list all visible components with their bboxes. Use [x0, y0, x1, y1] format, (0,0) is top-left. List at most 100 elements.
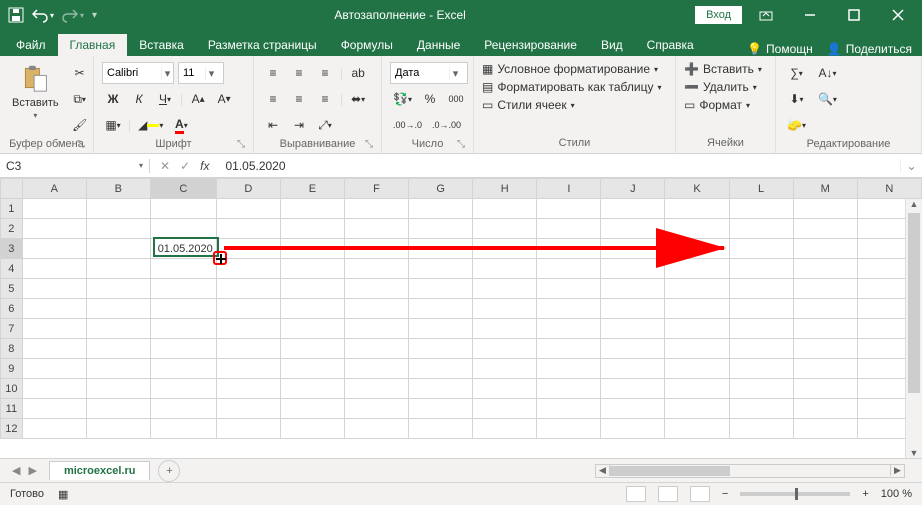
cell[interactable] — [216, 379, 280, 399]
cell[interactable] — [216, 319, 280, 339]
cell[interactable] — [793, 219, 857, 239]
qa-customize-icon[interactable]: ▾ — [92, 10, 97, 21]
cell[interactable] — [22, 239, 86, 259]
cell[interactable] — [793, 339, 857, 359]
name-box[interactable]: C3 ▾ — [0, 159, 150, 173]
cell[interactable] — [409, 219, 473, 239]
column-header[interactable]: C — [150, 179, 216, 199]
orientation-button[interactable]: ⤢▾ — [314, 114, 336, 136]
column-header[interactable]: D — [216, 179, 280, 199]
cell[interactable] — [665, 299, 729, 319]
cell[interactable] — [216, 339, 280, 359]
cell[interactable] — [344, 339, 408, 359]
row-header[interactable]: 1 — [1, 199, 23, 219]
column-header[interactable]: A — [22, 179, 86, 199]
cell[interactable] — [22, 339, 86, 359]
sheet-nav-prev[interactable]: ◀ — [12, 464, 20, 477]
cell[interactable] — [22, 319, 86, 339]
cell[interactable] — [793, 379, 857, 399]
cell[interactable] — [601, 279, 665, 299]
percent-format-button[interactable]: % — [419, 88, 441, 110]
cell[interactable] — [280, 399, 344, 419]
cell[interactable] — [793, 319, 857, 339]
cell[interactable] — [86, 239, 150, 259]
cell[interactable] — [537, 299, 601, 319]
macro-record-icon[interactable]: ▦ — [58, 488, 68, 501]
cell[interactable] — [344, 419, 408, 439]
cell[interactable] — [409, 359, 473, 379]
cell[interactable] — [729, 339, 793, 359]
cell[interactable] — [344, 399, 408, 419]
login-button[interactable]: Вход — [695, 6, 742, 24]
cell[interactable] — [729, 319, 793, 339]
cell[interactable] — [344, 259, 408, 279]
cell[interactable] — [665, 419, 729, 439]
column-header[interactable]: E — [280, 179, 344, 199]
cell[interactable] — [537, 419, 601, 439]
cell[interactable] — [793, 419, 857, 439]
align-top-button[interactable]: ≡ — [262, 62, 284, 84]
cell[interactable] — [729, 359, 793, 379]
increase-font-button[interactable]: A▴ — [187, 88, 209, 110]
cell[interactable] — [280, 219, 344, 239]
cell[interactable] — [729, 399, 793, 419]
font-launcher[interactable]: ⤡ — [237, 139, 245, 150]
cell[interactable] — [793, 199, 857, 219]
vertical-scrollbar[interactable]: ▲ ▼ — [905, 199, 922, 458]
cell[interactable] — [150, 259, 216, 279]
cell[interactable] — [344, 319, 408, 339]
cell[interactable] — [537, 359, 601, 379]
cell[interactable] — [409, 339, 473, 359]
horizontal-scrollbar[interactable]: ◀▶ — [595, 464, 905, 478]
cell[interactable] — [150, 219, 216, 239]
column-header[interactable]: G — [409, 179, 473, 199]
cell[interactable] — [473, 339, 537, 359]
cell[interactable] — [280, 299, 344, 319]
view-normal-button[interactable] — [626, 486, 646, 502]
cell[interactable] — [409, 319, 473, 339]
alignment-launcher[interactable]: ⤡ — [365, 139, 373, 150]
column-header[interactable]: I — [537, 179, 601, 199]
column-header[interactable]: N — [857, 179, 921, 199]
cell[interactable] — [537, 199, 601, 219]
cell[interactable] — [150, 399, 216, 419]
tell-me-button[interactable]: 💡Помощн — [747, 42, 813, 56]
cell[interactable] — [22, 299, 86, 319]
increase-decimal-button[interactable]: .00→.0 — [390, 114, 425, 136]
paste-button[interactable]: Вставить ▾ — [8, 62, 63, 122]
column-header[interactable]: B — [86, 179, 150, 199]
align-center-button[interactable]: ≡ — [288, 88, 310, 110]
cell[interactable] — [22, 219, 86, 239]
cell[interactable] — [601, 379, 665, 399]
cell[interactable] — [344, 359, 408, 379]
cell[interactable] — [793, 239, 857, 259]
row-header[interactable]: 12 — [1, 419, 23, 439]
cell[interactable] — [150, 419, 216, 439]
cell[interactable] — [22, 199, 86, 219]
column-header[interactable]: F — [344, 179, 408, 199]
conditional-formatting-button[interactable]: ▦Условное форматирование▾ — [482, 62, 658, 76]
cell[interactable] — [409, 419, 473, 439]
row-header[interactable]: 2 — [1, 219, 23, 239]
tab-view[interactable]: Вид — [589, 34, 635, 56]
cell[interactable] — [280, 339, 344, 359]
number-launcher[interactable]: ⤡ — [457, 139, 465, 150]
cell[interactable] — [473, 259, 537, 279]
cell[interactable] — [665, 199, 729, 219]
italic-button[interactable]: К — [128, 88, 150, 110]
sheet-tab[interactable]: microexcel.ru — [49, 461, 151, 480]
sort-filter-button[interactable]: A↓▾ — [815, 62, 839, 84]
cell[interactable] — [150, 199, 216, 219]
insert-cells-button[interactable]: ➕Вставить▾ — [684, 62, 762, 76]
cell[interactable] — [216, 279, 280, 299]
column-header[interactable]: J — [601, 179, 665, 199]
cell[interactable] — [665, 379, 729, 399]
format-as-table-button[interactable]: ▤Форматировать как таблицу▾ — [482, 80, 662, 94]
align-left-button[interactable]: ≡ — [262, 88, 284, 110]
cell[interactable] — [86, 359, 150, 379]
tab-file[interactable]: Файл — [4, 34, 58, 56]
cell[interactable] — [280, 199, 344, 219]
cell[interactable] — [216, 299, 280, 319]
tab-insert[interactable]: Вставка — [127, 34, 196, 56]
cell[interactable] — [22, 419, 86, 439]
